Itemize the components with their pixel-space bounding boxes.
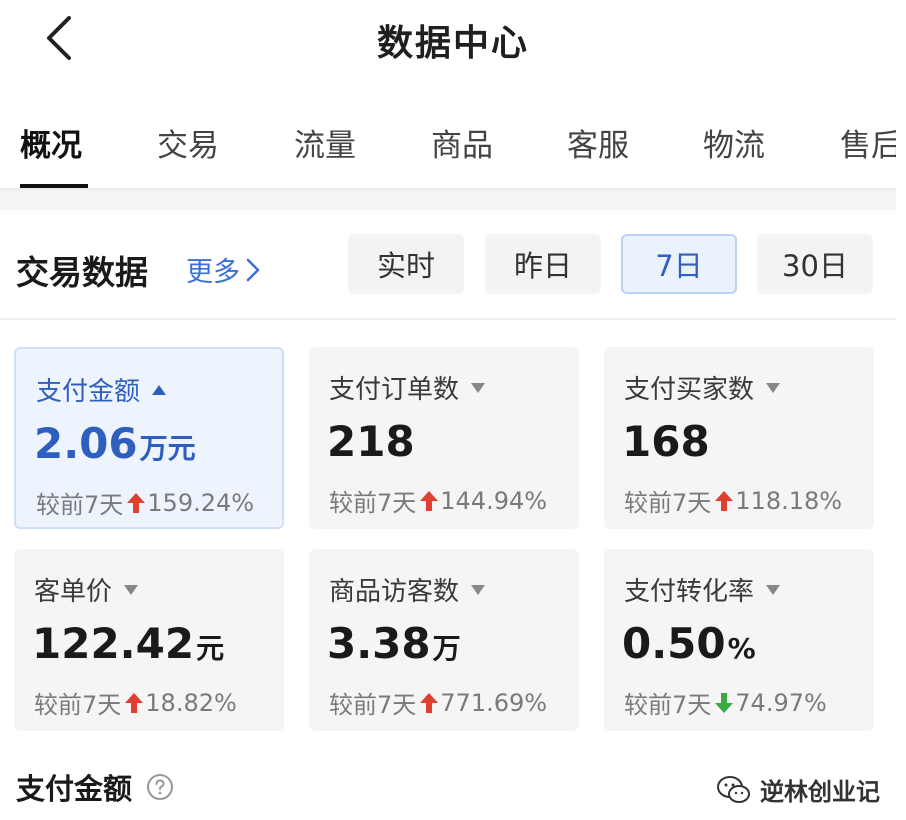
metric-compare: 较前7天 771.69%	[329, 685, 547, 720]
metric-unit: 万元	[139, 432, 196, 465]
section-heading: 支付金额	[16, 772, 133, 806]
metric-compare: 较前7天 159.24%	[36, 485, 254, 520]
tab-trade[interactable]: 交易	[157, 120, 219, 165]
compare-label: 较前7天	[624, 489, 712, 517]
metric-number: 218	[327, 417, 415, 466]
tab-after-sales[interactable]: 售后	[840, 120, 896, 165]
metric-label-text: 客单价	[34, 577, 113, 607]
compare-label: 较前7天	[36, 491, 124, 519]
data-center-page: 数据中心 概况 交易 流量 商品 客服 物流 售后 交易数据 更多 实时 昨日 …	[0, 0, 906, 820]
arrow-up-icon	[420, 692, 439, 713]
metric-number: 122.42	[32, 619, 195, 668]
range-7day-button[interactable]: 7日	[621, 234, 737, 294]
section-separator	[0, 190, 896, 210]
tab-products[interactable]: 商品	[431, 120, 493, 165]
range-realtime-button[interactable]: 实时	[348, 234, 464, 294]
compare-label: 较前7天	[329, 691, 417, 719]
metric-label: 商品访客数	[329, 571, 486, 608]
metric-compare: 较前7天 118.18%	[624, 483, 842, 518]
tab-customer-service[interactable]: 客服	[567, 120, 629, 165]
metric-value: 168	[622, 417, 712, 466]
caret-down-icon	[471, 584, 486, 595]
caret-down-icon	[124, 584, 139, 595]
tab-bar: 概况 交易 流量 商品 客服 物流 售后	[0, 108, 906, 190]
metric-card-avg-order-value[interactable]: 客单价 122.42元 较前7天 18.82%	[14, 549, 284, 731]
metric-unit: 万	[432, 632, 461, 665]
metric-value: 2.06万元	[34, 419, 196, 468]
compare-change: 159.24%	[147, 488, 255, 517]
compare-change: 144.94%	[440, 486, 548, 515]
metric-unit: %	[727, 632, 756, 665]
metric-label: 支付转化率	[624, 571, 781, 608]
metric-value: 122.42元	[32, 619, 224, 668]
page-title: 数据中心	[376, 23, 529, 64]
arrow-up-icon	[420, 490, 439, 511]
wechat-logo-icon	[717, 775, 750, 803]
metric-compare: 较前7天 144.94%	[329, 483, 547, 518]
metric-label: 支付订单数	[329, 369, 486, 406]
metric-label: 支付金额	[36, 371, 167, 408]
metric-value: 0.50%	[622, 619, 756, 668]
compare-label: 较前7天	[329, 489, 417, 517]
arrow-down-icon	[715, 692, 734, 713]
metric-value: 3.38万	[327, 619, 461, 668]
more-label: 更多	[186, 257, 240, 288]
watermark: 逆林创业记	[716, 772, 880, 807]
caret-up-icon	[152, 384, 167, 395]
arrow-up-icon	[125, 692, 144, 713]
metric-label-text: 商品访客数	[329, 577, 460, 607]
metric-card-conversion-rate[interactable]: 支付转化率 0.50% 较前7天 74.97%	[604, 549, 874, 731]
compare-label: 较前7天	[624, 691, 712, 719]
metric-label: 支付买家数	[624, 369, 781, 406]
compare-change: 771.69%	[440, 688, 548, 717]
chevron-right-icon	[246, 258, 260, 281]
metric-compare: 较前7天 18.82%	[34, 685, 237, 720]
metric-label-text: 支付订单数	[329, 375, 460, 405]
caret-down-icon	[766, 382, 781, 393]
range-yesterday-button[interactable]: 昨日	[485, 234, 601, 294]
tab-traffic[interactable]: 流量	[294, 120, 356, 165]
question-circle-icon[interactable]	[146, 773, 174, 801]
metric-card-product-visitors[interactable]: 商品访客数 3.38万 较前7天 771.69%	[309, 549, 579, 731]
more-link[interactable]: 更多	[186, 250, 260, 289]
metric-number: 168	[622, 417, 710, 466]
metric-card-order-count[interactable]: 支付订单数 218 较前7天 144.94%	[309, 347, 579, 529]
metric-unit: 元	[196, 632, 225, 665]
compare-change: 118.18%	[735, 486, 843, 515]
range-30day-button[interactable]: 30日	[757, 234, 873, 294]
metric-number: 2.06	[34, 419, 138, 468]
metric-label-text: 支付金额	[36, 377, 141, 407]
metric-compare: 较前7天 74.97%	[624, 685, 827, 720]
compare-label: 较前7天	[34, 691, 122, 719]
metric-label-text: 支付转化率	[624, 577, 755, 607]
compare-change: 74.97%	[735, 688, 827, 717]
metric-number: 0.50	[622, 619, 726, 668]
metric-card-buyer-count[interactable]: 支付买家数 168 较前7天 118.18%	[604, 347, 874, 529]
tab-logistics[interactable]: 物流	[703, 120, 765, 165]
section-title: 交易数据	[16, 253, 148, 292]
caret-down-icon	[471, 382, 486, 393]
compare-change: 18.82%	[145, 688, 237, 717]
caret-down-icon	[766, 584, 781, 595]
header: 数据中心	[0, 0, 906, 80]
metric-number: 3.38	[327, 619, 431, 668]
metric-card-payment-amount[interactable]: 支付金额 2.06万元 较前7天 159.24%	[14, 347, 284, 529]
arrow-up-icon	[127, 492, 146, 513]
metric-value: 218	[327, 417, 417, 466]
divider	[0, 318, 896, 320]
watermark-text: 逆林创业记	[760, 778, 880, 806]
payment-amount-section-title: 支付金额	[16, 766, 174, 808]
metric-label-text: 支付买家数	[624, 375, 755, 405]
tab-overview[interactable]: 概况	[20, 120, 82, 165]
arrow-up-icon	[715, 490, 734, 511]
metric-label: 客单价	[34, 571, 139, 608]
